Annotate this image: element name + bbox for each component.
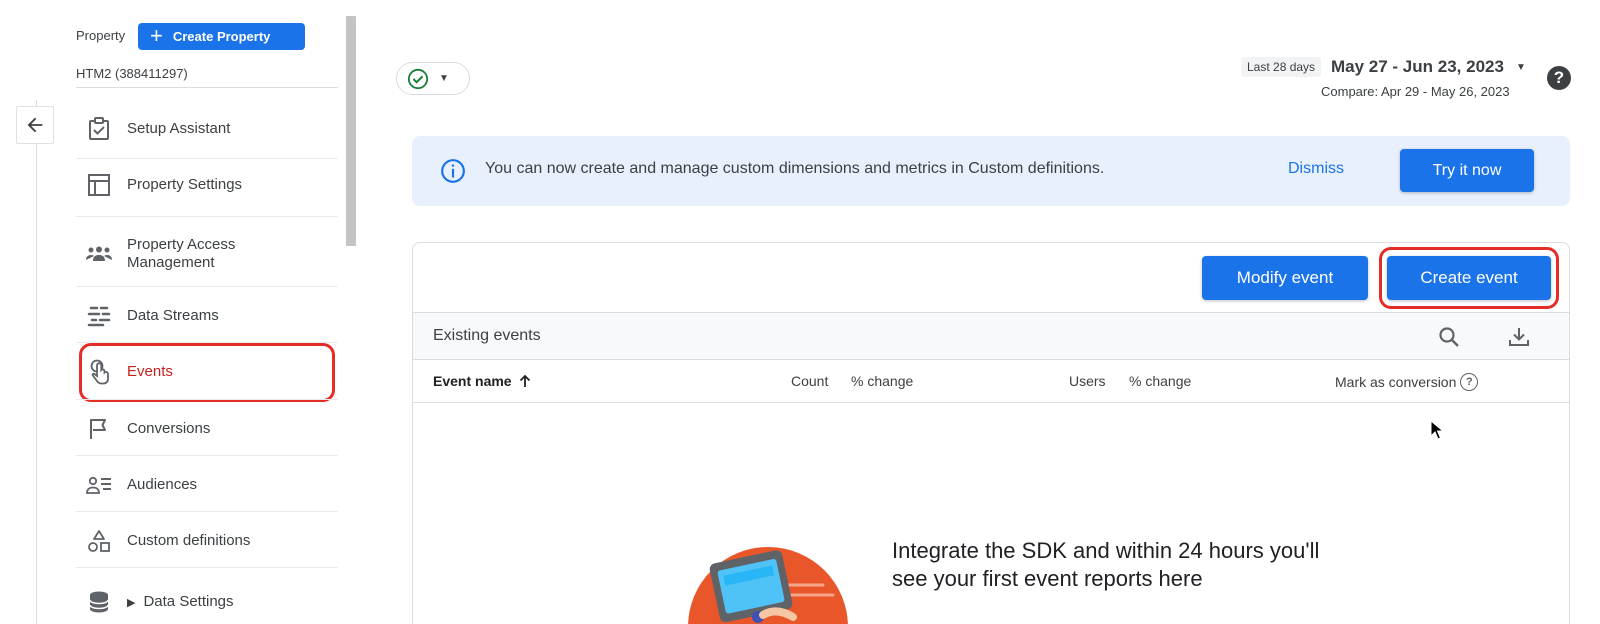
date-range-text: May 27 - Jun 23, 2023 — [1331, 57, 1504, 76]
sidebar-item-setup-assistant[interactable]: Setup Assistant — [76, 115, 338, 143]
layout-icon — [86, 172, 112, 198]
check-circle-icon — [407, 68, 429, 89]
empty-state-text: Integrate the SDK and within 24 hours yo… — [892, 538, 1320, 591]
divider — [76, 399, 338, 400]
plus-icon: + — [150, 22, 163, 48]
data-quality-status-button[interactable]: ▼ — [396, 62, 470, 95]
sidebar-scrollbar[interactable] — [346, 16, 356, 246]
shapes-icon — [86, 528, 112, 554]
create-property-button[interactable]: + Create Property — [138, 23, 305, 50]
sidebar-item-audiences[interactable]: Audiences — [76, 471, 338, 499]
divider — [76, 87, 338, 88]
modify-event-button[interactable]: Modify event — [1202, 256, 1368, 300]
streams-icon — [86, 303, 112, 329]
question-mark-icon[interactable]: ? — [1460, 373, 1479, 391]
divider — [76, 286, 338, 287]
banner-message: You can now create and manage custom dim… — [485, 160, 1105, 177]
arrow-back-icon — [27, 117, 43, 133]
back-button[interactable] — [16, 106, 54, 144]
sidebar-rail — [36, 100, 37, 624]
mouse-cursor-icon — [1430, 420, 1444, 440]
divider — [76, 511, 338, 512]
info-icon — [441, 159, 465, 183]
divider — [76, 158, 338, 159]
date-range-badge: Last 28 days — [1241, 57, 1322, 77]
divider — [76, 455, 338, 456]
checklist-icon — [86, 116, 112, 142]
sidebar-item-property-settings[interactable]: Property Settings — [76, 171, 338, 199]
search-icon[interactable] — [1437, 325, 1461, 349]
sidebar-item-label: Audiences — [127, 476, 198, 493]
sort-ascending-icon — [519, 374, 530, 387]
info-banner: You can now create and manage custom dim… — [412, 136, 1570, 206]
column-users-change[interactable]: % change — [1129, 373, 1191, 389]
sidebar-item-label: Data Settings — [143, 593, 234, 610]
sidebar-item-label: Property Access Management — [127, 236, 236, 271]
sidebar-item-data-streams[interactable]: Data Streams — [76, 302, 338, 330]
sidebar-item-custom-definitions[interactable]: Custom definitions — [76, 527, 338, 555]
try-it-now-button[interactable]: Try it now — [1400, 149, 1534, 192]
create-event-button[interactable]: Create event — [1387, 256, 1551, 300]
dropdown-arrow-icon: ▼ — [1515, 61, 1526, 73]
divider — [76, 216, 338, 217]
column-count-change[interactable]: % change — [851, 373, 913, 389]
sidebar-item-label: Conversions — [127, 420, 211, 437]
create-property-label: Create Property — [172, 29, 271, 44]
highlight-box — [79, 343, 335, 402]
column-mark-as-conversion: Mark as conversion ? — [1335, 373, 1479, 391]
people-icon — [86, 241, 112, 267]
column-label: Event name — [433, 373, 512, 389]
sidebar-item-conversions[interactable]: Conversions — [76, 415, 338, 443]
column-count[interactable]: Count — [791, 373, 828, 389]
column-users[interactable]: Users — [1069, 373, 1106, 389]
sidebar-item-label: Property Settings — [127, 176, 243, 193]
property-name[interactable]: HTM2 (388411297) — [76, 66, 188, 81]
divider — [76, 567, 338, 568]
audience-icon — [86, 472, 112, 498]
database-icon — [86, 589, 112, 615]
column-label: Mark as conversion — [1335, 374, 1457, 390]
sidebar-item-label: Data Streams — [127, 307, 219, 324]
help-icon[interactable]: ? — [1547, 66, 1571, 90]
sidebar-item-property-access[interactable]: Property Access Management — [76, 234, 338, 274]
column-event-name[interactable]: Event name — [433, 373, 532, 389]
date-range-picker[interactable]: May 27 - Jun 23, 2023 ▼ — [1331, 57, 1526, 77]
expand-triangle-icon: ▶ — [127, 596, 136, 609]
flag-icon — [86, 416, 112, 442]
phone-illustration — [688, 547, 848, 624]
compare-range-text: Compare: Apr 29 - May 26, 2023 — [1321, 84, 1510, 99]
table-header: Event name Count % change Users % change… — [413, 360, 1569, 403]
dismiss-button[interactable]: Dismiss — [1288, 160, 1344, 178]
sidebar-item-data-settings[interactable]: ▶ Data Settings — [76, 588, 338, 616]
existing-events-header: Existing events — [413, 312, 1569, 360]
dropdown-arrow-icon: ▼ — [439, 73, 449, 84]
property-label: Property — [76, 28, 126, 43]
sidebar-item-label: Custom definitions — [127, 532, 251, 549]
events-card: Modify event Create event Existing event… — [412, 242, 1570, 624]
section-title: Existing events — [433, 327, 541, 344]
sidebar-item-label: Setup Assistant — [127, 120, 231, 137]
download-icon[interactable] — [1507, 325, 1531, 349]
